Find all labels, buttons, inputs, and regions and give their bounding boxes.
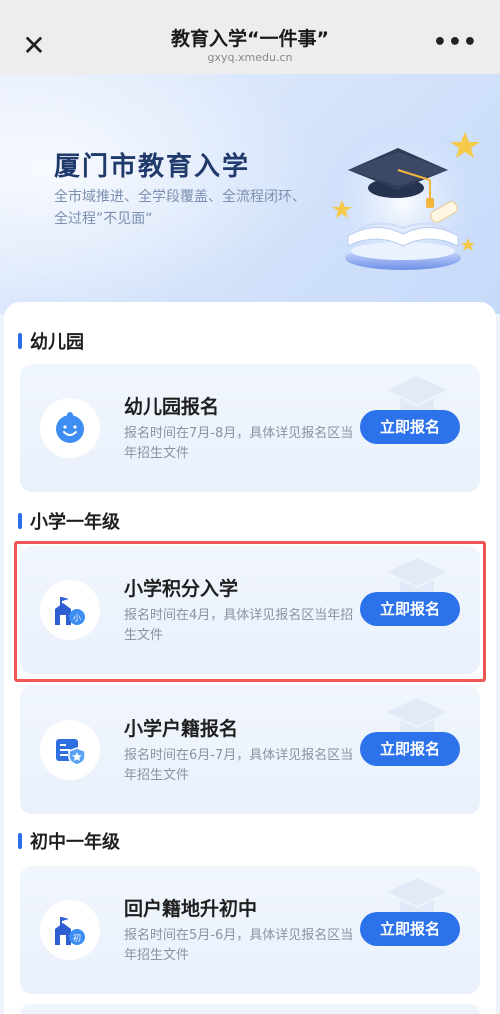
card-return-household-junior[interactable]: 初 回户籍地升初中 报名时间在5月-6月，具体详见报名区当年招生文件 立即报名	[20, 866, 480, 994]
page-domain: gxyq.xmedu.cn	[207, 51, 293, 64]
hero-subtitle: 全市域推进、全学段覆盖、全流程闭环、	[54, 189, 306, 205]
selection-highlight	[14, 541, 486, 682]
icon-badge: 初	[73, 933, 81, 943]
section-header-junior-grade1: 初中一年级	[18, 828, 120, 854]
section-title: 幼儿园	[30, 332, 84, 353]
page-title: 教育入学“一件事”	[171, 28, 329, 50]
hero-subtitle: 全过程”不见面“	[54, 211, 153, 227]
household-register-icon	[40, 720, 100, 780]
register-button[interactable]: 立即报名	[360, 912, 460, 946]
hero-title: 厦门市教育入学	[54, 152, 251, 182]
card-primary-household-registration[interactable]: 小学户籍报名 报名时间在6月-7月，具体详见报名区当年招生文件 立即报名	[20, 686, 480, 814]
section-header-kindergarten: 幼儿园	[18, 328, 84, 354]
card-description: 报名时间在6月-7月，具体详见报名区当年招生文件	[124, 748, 354, 783]
card-next-partial	[20, 1004, 480, 1014]
school-building-icon: 初	[40, 900, 100, 960]
hero-banner: 厦门市教育入学 全市域推进、全学段覆盖、全流程闭环、 全过程”不见面“	[0, 74, 500, 314]
section-title: 小学一年级	[30, 512, 120, 533]
baby-face-icon	[40, 398, 100, 458]
card-description: 报名时间在5月-6月，具体详见报名区当年招生文件	[124, 928, 354, 963]
card-description: 报名时间在7月-8月，具体详见报名区当年招生文件	[124, 426, 354, 461]
card-title: 回户籍地升初中	[124, 898, 258, 920]
section-accent-bar	[18, 833, 22, 849]
more-icon[interactable]: •••	[433, 30, 478, 55]
register-button[interactable]: 立即报名	[360, 732, 460, 766]
register-button[interactable]: 立即报名	[360, 410, 460, 444]
top-navbar: ✕ 教育入学“一件事” gxyq.xmedu.cn •••	[0, 0, 500, 74]
section-title: 初中一年级	[30, 832, 120, 853]
card-title: 小学户籍报名	[124, 718, 239, 740]
card-kindergarten-registration[interactable]: 幼儿园报名 报名时间在7月-8月，具体详见报名区当年招生文件 立即报名	[20, 364, 480, 492]
section-accent-bar	[18, 513, 22, 529]
section-header-primary-grade1: 小学一年级	[18, 508, 120, 534]
section-accent-bar	[18, 333, 22, 349]
card-title: 幼儿园报名	[124, 396, 220, 418]
graduation-cap-illustration	[325, 125, 481, 281]
